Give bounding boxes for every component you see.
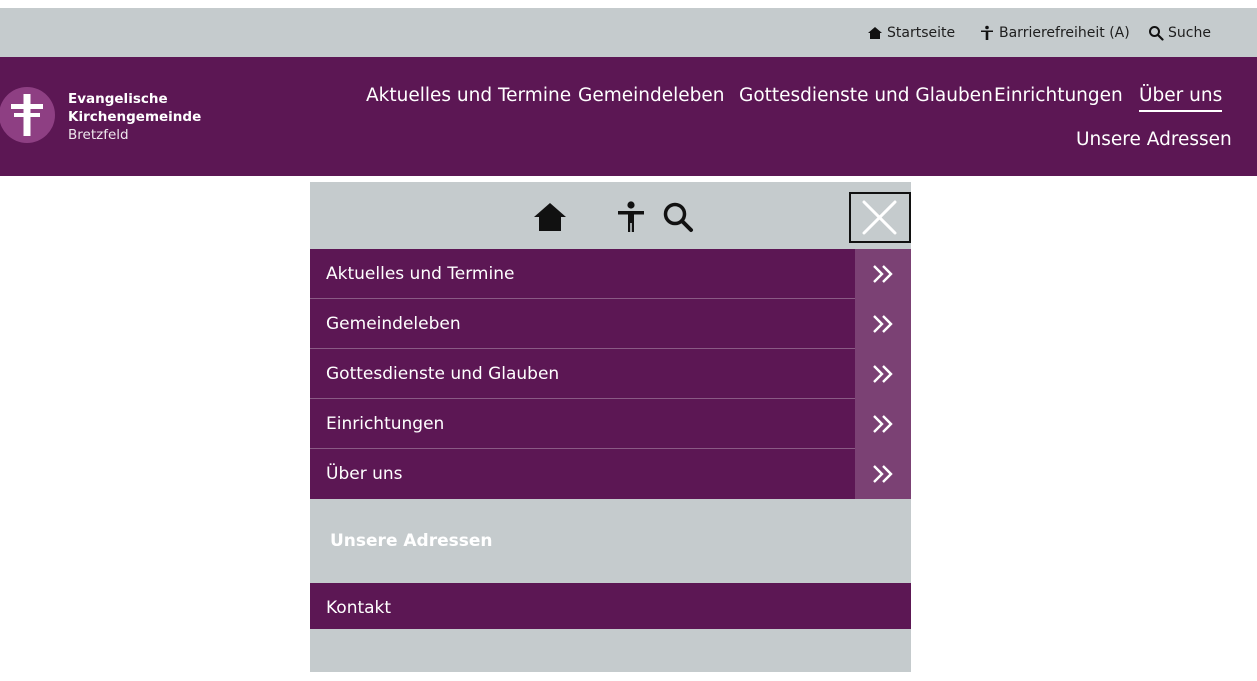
utility-home-link[interactable]: Startseite	[867, 8, 955, 57]
utility-accessibility-label: Barrierefreiheit (A)	[999, 24, 1130, 41]
utility-search-link[interactable]: Suche	[1148, 8, 1211, 57]
logo-line-3: Bretzfeld	[68, 127, 129, 143]
mobile-menu-item-label: Einrichtungen	[326, 414, 445, 434]
logo-line-1: Evangelische	[68, 91, 168, 107]
expand-arrow-button[interactable]	[855, 249, 911, 299]
double-chevron-right-icon	[873, 315, 893, 333]
mobile-menu-item-label: Gemeindeleben	[326, 314, 461, 334]
nav-item-einrichtungen[interactable]: Einrichtungen	[994, 85, 1123, 106]
mobile-menu-item-label: Aktuelles und Termine	[326, 264, 515, 284]
expand-arrow-button[interactable]	[855, 449, 911, 499]
nav-item-gottesdienste[interactable]: Gottesdienste und Glauben	[739, 85, 993, 106]
expand-arrow-button[interactable]	[855, 399, 911, 449]
mobile-menu-item-label: Gottesdienste und Glauben	[326, 364, 560, 384]
double-chevron-right-icon	[873, 265, 893, 283]
search-icon[interactable]	[662, 201, 694, 233]
search-icon	[1149, 25, 1164, 41]
logo-line-2: Kirchengemeinde	[68, 109, 202, 125]
double-chevron-right-icon	[873, 415, 893, 433]
close-menu-button[interactable]	[849, 192, 911, 243]
site-header: Evangelische Kirchengemeinde Bretzfeld A…	[0, 57, 1257, 176]
mobile-menu-item[interactable]: Einrichtungen	[310, 399, 911, 449]
nav-item-unsere-adressen[interactable]: Unsere Adressen	[1076, 129, 1232, 150]
mobile-menu-item[interactable]: Gemeindeleben	[310, 299, 911, 349]
accessibility-icon	[981, 25, 993, 40]
nav-item-gemeindeleben[interactable]: Gemeindeleben	[578, 85, 724, 106]
home-icon[interactable]	[533, 202, 567, 232]
double-chevron-right-icon	[873, 465, 893, 483]
expand-arrow-button[interactable]	[855, 299, 911, 349]
mobile-menu-item-label: Über uns	[326, 464, 403, 484]
home-icon	[868, 26, 882, 39]
utility-bar: Startseite Barrierefreiheit (A) Suche	[0, 8, 1257, 57]
logo-text[interactable]: Evangelische Kirchengemeinde Bretzfeld	[68, 90, 201, 144]
mobile-menu-item[interactable]: Über uns	[310, 449, 911, 499]
close-icon	[862, 200, 897, 235]
mobile-submenu-heading[interactable]: Unsere Adressen	[330, 531, 493, 551]
accessibility-icon[interactable]	[616, 201, 646, 233]
mobile-contact-label: Kontakt	[326, 598, 392, 618]
mobile-menu-item[interactable]: Aktuelles und Termine	[310, 249, 911, 299]
church-logo-icon[interactable]	[0, 86, 56, 144]
mobile-menu-iconbar	[310, 182, 911, 248]
double-chevron-right-icon	[873, 365, 893, 383]
utility-search-label: Suche	[1168, 24, 1211, 41]
mobile-menu-contact[interactable]: Kontakt	[310, 583, 911, 629]
utility-home-label: Startseite	[887, 24, 956, 41]
utility-accessibility-link[interactable]: Barrierefreiheit (A)	[979, 8, 1130, 57]
mobile-menu-item[interactable]: Gottesdienste und Glauben	[310, 349, 911, 399]
mobile-menu-panel: Aktuelles und Termine Gemeindeleben Gott…	[310, 182, 911, 672]
nav-item-ueber-uns[interactable]: Über uns	[1139, 85, 1223, 112]
mobile-menu-list: Aktuelles und Termine Gemeindeleben Gott…	[310, 249, 911, 499]
expand-arrow-button[interactable]	[855, 349, 911, 399]
nav-item-aktuelles[interactable]: Aktuelles und Termine	[366, 85, 571, 106]
